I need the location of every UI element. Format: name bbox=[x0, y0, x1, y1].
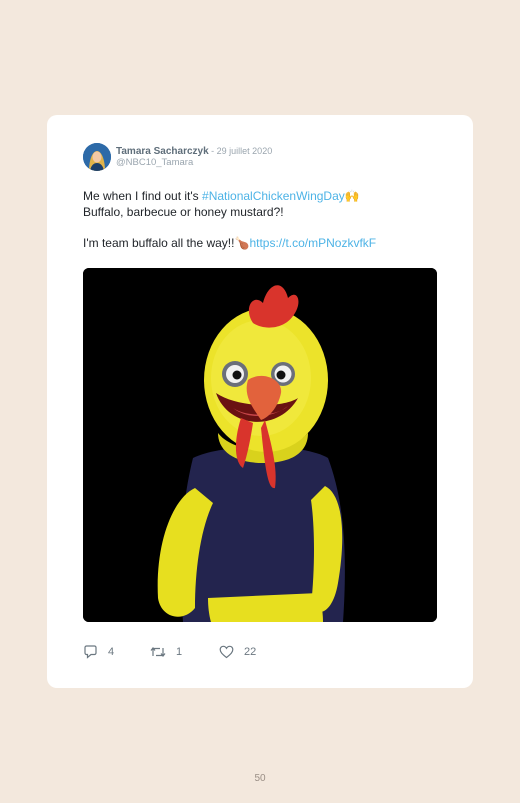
like-count: 22 bbox=[244, 646, 257, 658]
reply-icon bbox=[84, 645, 97, 659]
tweet-line-2: Buffalo, barbecue or honey mustard?! bbox=[83, 204, 284, 219]
tweet-link[interactable]: https://t.co/mPNozkvfkF bbox=[249, 236, 376, 250]
chicken-mascot-image bbox=[83, 268, 437, 622]
avatar-photo-icon bbox=[83, 143, 111, 171]
tweet-line-1: Me when I find out it's #NationalChicken… bbox=[83, 189, 443, 205]
avatar[interactable] bbox=[83, 143, 111, 171]
author-name[interactable]: Tamara Sacharczyk bbox=[116, 146, 209, 157]
reply-count: 4 bbox=[108, 646, 115, 658]
retweet-icon bbox=[150, 647, 166, 657]
page-number: 50 bbox=[254, 773, 266, 784]
tweet-line-3: I'm team buffalo all the way!!🍗https://t… bbox=[83, 236, 443, 252]
tweet-text-segment: I'm team buffalo all the way!! bbox=[83, 235, 235, 250]
tweet-media[interactable] bbox=[83, 268, 437, 622]
tweet-actions: 4 1 22 bbox=[83, 645, 383, 659]
hashtag-link[interactable]: #NationalChickenWingDay bbox=[202, 189, 345, 203]
like-action[interactable]: 22 bbox=[219, 645, 256, 659]
tweet-card: Tamara Sacharczyk - 29 juillet 2020 @NBC… bbox=[47, 115, 473, 688]
tweet-text: Me when I find out it's #NationalChicken… bbox=[83, 189, 443, 251]
reply-action[interactable]: 4 bbox=[83, 645, 114, 659]
retweet-count: 1 bbox=[176, 646, 183, 658]
tweet-text-segment: Me when I find out it's bbox=[83, 189, 203, 203]
retweet-action[interactable]: 1 bbox=[150, 645, 182, 659]
drumstick-emoji: 🍗 bbox=[234, 235, 250, 250]
tweet-date[interactable]: 29 juillet 2020 bbox=[217, 146, 273, 156]
separator: - bbox=[208, 146, 217, 156]
raising-hands-emoji: 🙌 bbox=[344, 189, 360, 203]
author-handle[interactable]: @NBC10_Tamara bbox=[116, 157, 193, 169]
heart-icon bbox=[219, 645, 234, 659]
